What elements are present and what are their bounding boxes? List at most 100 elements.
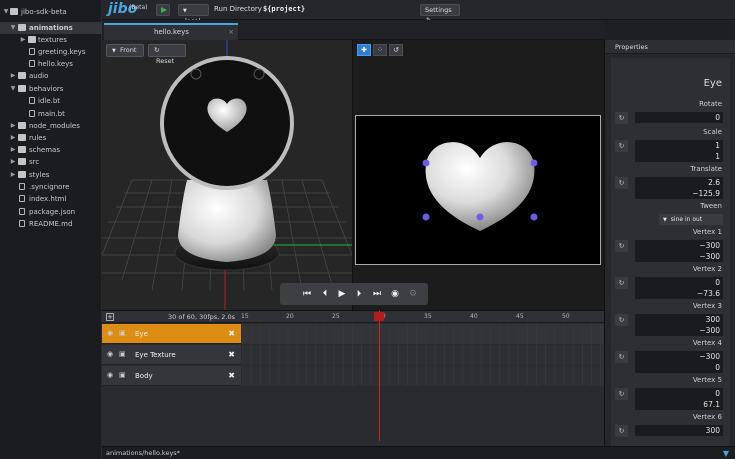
move-tool-button[interactable]: ✚ [357,44,371,56]
step-forward-button[interactable]: ⏵ [352,287,366,301]
translate-label: Translate [690,165,722,173]
tree-item-readme[interactable]: README.md [0,218,102,230]
vertex-handle [422,213,430,221]
tree-item-label: schemas [29,146,60,154]
frame-info: 30 of 60, 30fps, 2.0s [168,313,235,321]
delete-layer-icon[interactable]: ✖ [228,350,235,359]
loop-button[interactable]: ◉ [388,287,402,301]
layer-row-eye-texture[interactable]: ◉ ▣ Eye Texture ✖ [102,345,241,365]
frame-tick: 35 [424,313,432,320]
run-button[interactable] [156,4,170,16]
reset-vertex-icon[interactable]: ↻ [615,240,628,252]
bird-icon[interactable]: ▼ [723,449,729,458]
lock-icon[interactable]: ▣ [119,371,126,379]
settings-button[interactable]: Settings ✎ [420,4,460,24]
tree-item-syncignore[interactable]: .syncignore [0,181,102,193]
reset-vertex-icon[interactable]: ↻ [615,351,628,363]
reset-rotate-icon[interactable]: ↻ [615,112,628,124]
tree-item-styles[interactable]: ▶ styles [0,169,102,181]
reset-translate-icon[interactable]: ↻ [615,177,628,189]
tree-item-schemas[interactable]: ▶ schemas [0,144,102,156]
tree-item-main-bt[interactable]: main.bt [0,108,102,120]
points-tool-button[interactable]: ⁘ [373,44,387,56]
target-dropdown[interactable]: ▼ local [178,4,209,25]
scale-y-field[interactable]: 1 [635,151,723,162]
layer-title: Eye [703,78,722,89]
delete-layer-icon[interactable]: ✖ [228,329,235,338]
skip-to-end-button[interactable]: ⏭ [370,287,384,301]
translate-x-field[interactable]: 2.6 [635,177,723,188]
reset-vertex-icon[interactable]: ↻ [615,277,628,289]
folder-icon [28,36,36,43]
face-canvas[interactable] [355,115,601,265]
vertex-1-x-field[interactable]: −300 [635,240,723,251]
skip-to-start-button[interactable]: ⏮ [300,287,314,301]
tree-item-audio[interactable]: ▶ audio [0,70,102,82]
tween-select[interactable]: ▼ sine in out [659,214,723,225]
vertex-3-x-field[interactable]: 300 [635,314,723,325]
timeline-panel: + 30 of 60, 30fps, 2.0s 15 20 25 30 35 4… [102,310,604,446]
gear-icon[interactable]: ⚙ [406,287,420,301]
close-icon[interactable]: × [228,25,234,39]
run-directory-label: Run Directory [214,5,262,13]
status-bar: animations/hello.keys* ▼ [102,446,735,459]
tree-item-hello-keys[interactable]: hello.keys [0,58,102,70]
robot-3d-render [102,40,352,310]
frame-tick: 50 [562,313,570,320]
add-layer-button[interactable]: + [106,313,114,321]
reset-vertex-icon[interactable]: ↻ [615,314,628,326]
tree-item-behaviors[interactable]: ▼ behaviors [0,83,102,95]
delete-layer-icon[interactable]: ✖ [228,371,235,380]
vertex-2-x-field[interactable]: 0 [635,277,723,288]
robot-3d-viewport[interactable]: ▼ Front ↻ Reset [102,40,352,310]
tree-item-index-html[interactable]: index.html [0,193,102,205]
reset-vertex-icon[interactable]: ↻ [615,388,628,400]
tree-item-textures[interactable]: ▶ textures [0,34,102,46]
tree-item-rules[interactable]: ▶ rules [0,132,102,144]
vertex-handle [530,213,538,221]
vertex-2-y-field[interactable]: −73.6 [635,288,723,299]
chevron-right-icon: ▶ [10,72,16,79]
reset-vertex-icon[interactable]: ↻ [615,425,628,437]
vertex-6-x-field[interactable]: 300 [635,425,723,436]
visibility-icon[interactable]: ◉ [107,329,113,337]
tree-item-label: src [29,158,40,166]
rotate-tool-button[interactable]: ↺ [389,44,403,56]
run-directory-value[interactable]: ${project} [263,5,305,13]
playhead-line[interactable] [379,310,380,441]
tree-item-jibo-sdk-beta[interactable]: ▼ jibo-sdk-beta [0,6,102,18]
layer-row-body[interactable]: ◉ ▣ Body ✖ [102,366,241,386]
translate-y-field[interactable]: −125.9 [635,188,723,199]
tree-item-greeting-keys[interactable]: greeting.keys [0,46,102,58]
front-view-button[interactable]: ▼ Front [106,44,144,57]
keyframe-grid[interactable] [242,323,604,447]
vertex-4-x-field[interactable]: −300 [635,351,723,362]
scale-x-field[interactable]: 1 [635,140,723,151]
visibility-icon[interactable]: ◉ [107,371,113,379]
vertex-3-y-field[interactable]: −300 [635,325,723,336]
reset-scale-icon[interactable]: ↻ [615,140,628,152]
vertex-5-y-field[interactable]: 67.1 [635,399,723,410]
tree-item-animations[interactable]: ▼ animations [0,22,102,34]
points-icon: ⁘ [377,46,383,54]
play-button[interactable]: ▶ [335,287,349,301]
reset-view-button[interactable]: ↻ Reset [148,44,186,65]
playhead-handle[interactable] [374,312,384,321]
rotate-field[interactable]: 0 [635,112,723,123]
lock-icon[interactable]: ▣ [119,329,126,337]
tab-hello-keys[interactable]: hello.keys × [104,23,238,40]
tree-item-idle-bt[interactable]: idle.bt [0,95,102,107]
vertex-4-y-field[interactable]: 0 [635,362,723,373]
step-back-button[interactable]: ⏴ [318,287,332,301]
tree-item-package-json[interactable]: package.json [0,206,102,218]
move-icon: ✚ [361,46,367,54]
visibility-icon[interactable]: ◉ [107,350,113,358]
vertex-1-y-field[interactable]: −300 [635,251,723,262]
vertex-5-x-field[interactable]: 0 [635,388,723,399]
layer-row-eye[interactable]: ◉ ▣ Eye ✖ [102,324,241,344]
tree-item-node-modules[interactable]: ▶ node_modules [0,120,102,132]
lock-icon[interactable]: ▣ [119,350,126,358]
tween-value: sine in out [670,216,703,223]
tree-item-src[interactable]: ▶ src [0,156,102,168]
tree-item-label: jibo-sdk-beta [21,8,67,16]
